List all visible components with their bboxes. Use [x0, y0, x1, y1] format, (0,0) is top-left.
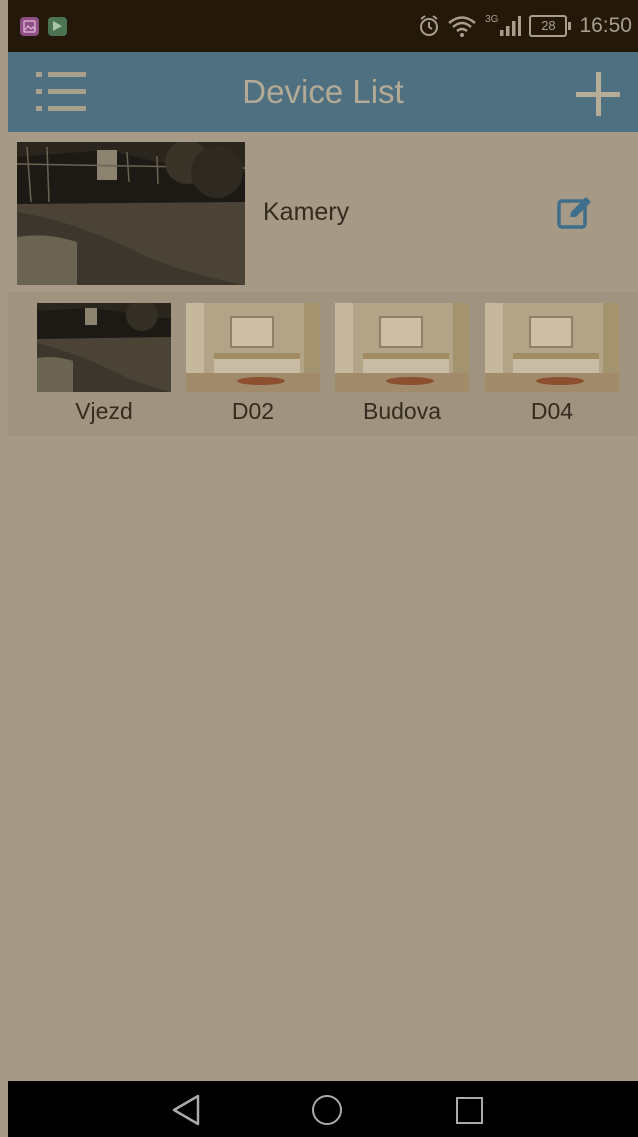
device-thumbnail: [485, 303, 619, 392]
status-bar: 3G 28 16:50: [8, 0, 638, 52]
group-thumbnail[interactable]: [17, 142, 245, 285]
wifi-icon: [448, 16, 476, 37]
device-group-row[interactable]: Kamery: [8, 132, 638, 292]
clock: 16:50: [579, 14, 632, 37]
device-thumbnail: [335, 303, 469, 392]
device-thumbnail: [186, 303, 320, 392]
back-icon: [172, 1094, 200, 1126]
device-strip: Vjezd D02 Budova D04: [8, 292, 638, 436]
alarm-icon: [420, 15, 439, 36]
device-label: Budova: [362, 398, 441, 424]
home-button[interactable]: [312, 1095, 342, 1125]
system-nav-bar: [8, 1081, 638, 1137]
edit-group-button[interactable]: [556, 192, 596, 232]
device-label: Vjezd: [75, 398, 133, 424]
group-name: Kamery: [263, 198, 350, 226]
device-tile-vjezd[interactable]: Vjezd: [37, 303, 171, 425]
battery-icon: 28: [529, 15, 572, 37]
back-button[interactable]: [171, 1094, 201, 1131]
device-label: D04: [530, 398, 574, 424]
recent-apps-button[interactable]: [456, 1097, 483, 1124]
device-tile-d04[interactable]: D04: [485, 303, 619, 425]
network-type: 3G: [485, 14, 499, 25]
notification-icons: [20, 16, 67, 36]
device-tile-d02[interactable]: D02: [186, 303, 320, 425]
device-label: D02: [231, 398, 275, 424]
system-status: 3G 28 16:50: [419, 14, 632, 38]
page-title: Device List: [242, 73, 404, 110]
app-bar: Device List: [8, 52, 638, 132]
device-tile-budova[interactable]: Budova: [335, 303, 469, 425]
play-store-icon: [48, 16, 67, 36]
gallery-icon: [20, 16, 39, 36]
add-device-button[interactable]: [576, 72, 620, 116]
device-thumbnail: [37, 303, 171, 392]
battery-level: 28: [541, 18, 556, 33]
signal-icon: [500, 16, 522, 36]
edit-icon: [557, 197, 591, 229]
